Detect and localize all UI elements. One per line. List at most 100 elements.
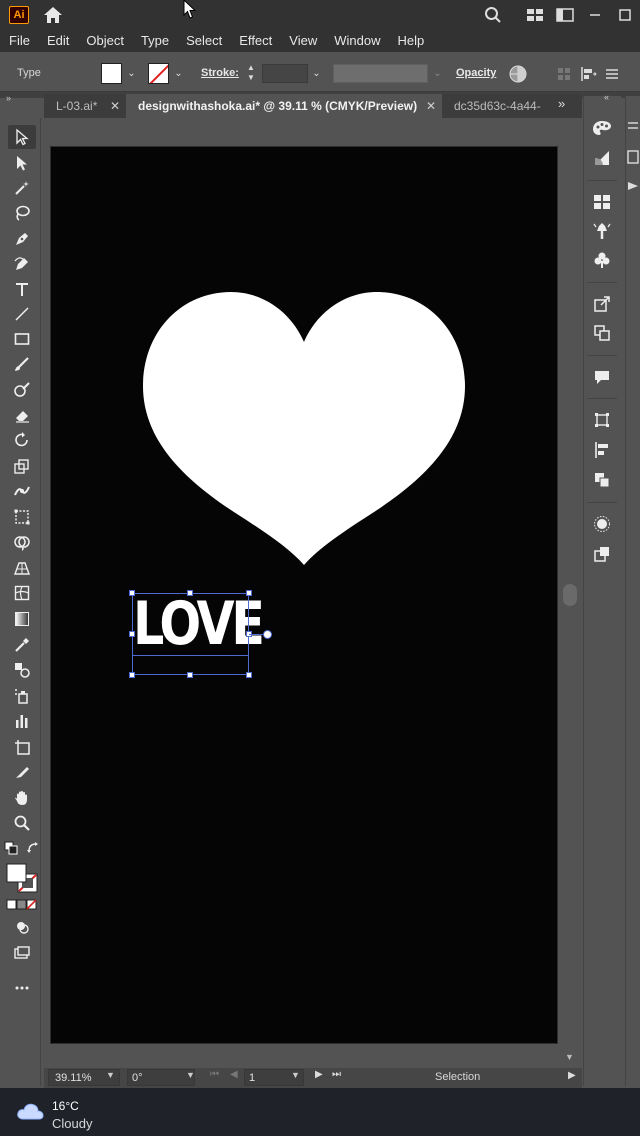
weather-temperature[interactable]: 16°C [52,1099,79,1113]
line-segment-tool-icon[interactable] [8,302,36,326]
vertical-scrollbar-thumb[interactable] [563,584,577,606]
column-graph-tool-icon[interactable] [8,709,36,733]
artboard[interactable] [51,147,557,1043]
collapse-panels-icon[interactable]: « [604,92,609,102]
magic-wand-tool-icon[interactable] [8,176,36,200]
stroke-color-dropdown-icon[interactable]: ⌄ [171,66,186,81]
home-icon[interactable] [42,5,64,25]
swap-fill-stroke-icon[interactable] [24,840,42,856]
bounding-box-handle[interactable] [129,631,135,637]
scroll-down-arrow-icon[interactable]: ▼ [565,1052,574,1062]
rotate-view-field[interactable]: 0° [127,1069,195,1086]
heart-shape[interactable] [141,290,467,568]
tabs-overflow-icon[interactable]: » [558,96,565,111]
stroke-weight-dropdown-icon[interactable]: ⌄ [309,66,324,81]
graphic-styles-panel-icon[interactable] [590,542,614,566]
menu-effect[interactable]: Effect [239,30,272,52]
artboard-dropdown-icon[interactable]: ▼ [291,1070,300,1080]
menu-type[interactable]: Type [141,30,169,52]
color-panel-icon[interactable] [590,116,614,140]
selection-tool-icon[interactable] [8,125,36,149]
brushes-panel-icon[interactable] [590,219,614,243]
direct-selection-tool-icon[interactable] [8,151,36,175]
menu-file[interactable]: File [9,30,30,52]
bounding-box-handle[interactable] [246,672,252,678]
text-out-port[interactable] [263,630,272,639]
artboard-tool-icon[interactable] [8,735,36,759]
menu-object[interactable]: Object [86,30,124,52]
rotate-tool-icon[interactable] [8,428,36,452]
libraries-panel-icon[interactable] [627,180,639,194]
free-transform-tool-icon[interactable] [8,505,36,529]
type-tool-icon[interactable] [8,277,36,301]
shape-builder-tool-icon[interactable] [8,531,36,555]
variable-width-dropdown-icon[interactable]: ⌄ [430,66,445,81]
stroke-weight-field[interactable] [262,64,308,83]
next-artboard-icon[interactable]: ▶ [315,1069,323,1080]
zoom-tool-icon[interactable] [8,811,36,835]
pen-tool-icon[interactable] [8,227,36,251]
eraser-tool-icon[interactable] [8,403,36,427]
rotate-view-dropdown-icon[interactable]: ▼ [186,1070,195,1080]
menu-window[interactable]: Window [334,30,380,52]
appearance-panel-icon[interactable] [590,512,614,536]
edit-toolbar-icon[interactable] [8,974,36,998]
previous-artboard-icon[interactable]: ◀ [230,1069,238,1080]
symbols-panel-icon[interactable] [590,248,614,272]
rectangle-tool-icon[interactable] [8,327,36,351]
lasso-tool-icon[interactable] [8,201,36,225]
bounding-box-handle[interactable] [129,672,135,678]
menu-edit[interactable]: Edit [47,30,69,52]
gradient-tool-icon[interactable] [8,607,36,631]
zoom-dropdown-icon[interactable]: ▼ [106,1070,115,1080]
shaper-tool-icon[interactable] [8,378,36,402]
arrange-documents-icon[interactable] [550,0,580,30]
variable-width-profile-field[interactable] [333,64,428,83]
comments-panel-icon[interactable] [590,365,614,389]
menu-select[interactable]: Select [186,30,222,52]
tab-designwithashoka[interactable]: designwithashoka.ai* @ 39.11 % (CMYK/Pre… [126,94,442,118]
layers-panel-icon[interactable] [627,150,639,164]
tab-close-icon[interactable]: ✕ [110,94,120,118]
pathfinder-panel-icon[interactable] [590,468,614,492]
tab-close-icon[interactable]: ✕ [426,94,436,118]
color-guide-panel-icon[interactable] [590,146,614,170]
minimize-icon[interactable] [580,0,610,30]
align-distribute-icon[interactable] [576,64,600,84]
search-icon[interactable] [478,0,508,30]
fill-dropdown-icon[interactable]: ⌄ [124,66,139,81]
slice-tool-icon[interactable] [8,760,36,784]
bounding-box-handle[interactable] [187,672,193,678]
workspace-switcher-icon[interactable] [520,0,550,30]
menu-view[interactable]: View [289,30,317,52]
drawing-modes-icon[interactable] [8,915,36,939]
scale-tool-icon[interactable] [8,454,36,478]
fill-stroke-indicator[interactable] [5,862,39,894]
stroke-label[interactable]: Stroke: [201,67,239,79]
bounding-box-handle[interactable] [129,590,135,596]
blend-tool-icon[interactable] [8,658,36,682]
bounding-box-handle[interactable] [246,590,252,596]
swatches-panel-icon[interactable] [590,190,614,214]
width-tool-icon[interactable] [8,479,36,503]
perspective-grid-tool-icon[interactable] [8,556,36,580]
weather-condition[interactable]: Cloudy [52,1116,92,1131]
align-panel-icon[interactable] [590,438,614,462]
hand-tool-icon[interactable] [8,786,36,810]
fill-color-swatch[interactable] [101,63,122,84]
recolor-artwork-icon[interactable] [508,64,528,84]
tab-dc35d63c[interactable]: dc35d63c-4a44- [442,94,554,118]
eyedropper-tool-icon[interactable] [8,633,36,657]
screen-mode-icon[interactable] [8,941,36,965]
properties-panel-icon[interactable] [627,120,639,132]
maximize-icon[interactable] [610,0,640,30]
current-tool-status[interactable]: Selection [435,1071,480,1083]
symbol-sprayer-tool-icon[interactable] [8,684,36,708]
collapse-toolbar-icon[interactable]: » [6,93,11,103]
more-options-icon[interactable] [600,64,624,84]
first-artboard-icon[interactable]: ⏮ [210,1069,219,1080]
color-gradient-none-icon[interactable] [5,898,39,912]
stroke-weight-stepper[interactable]: ▲ ▼ [243,63,259,85]
stroke-color-swatch[interactable] [148,63,169,84]
artboards-panel-icon[interactable] [590,321,614,345]
